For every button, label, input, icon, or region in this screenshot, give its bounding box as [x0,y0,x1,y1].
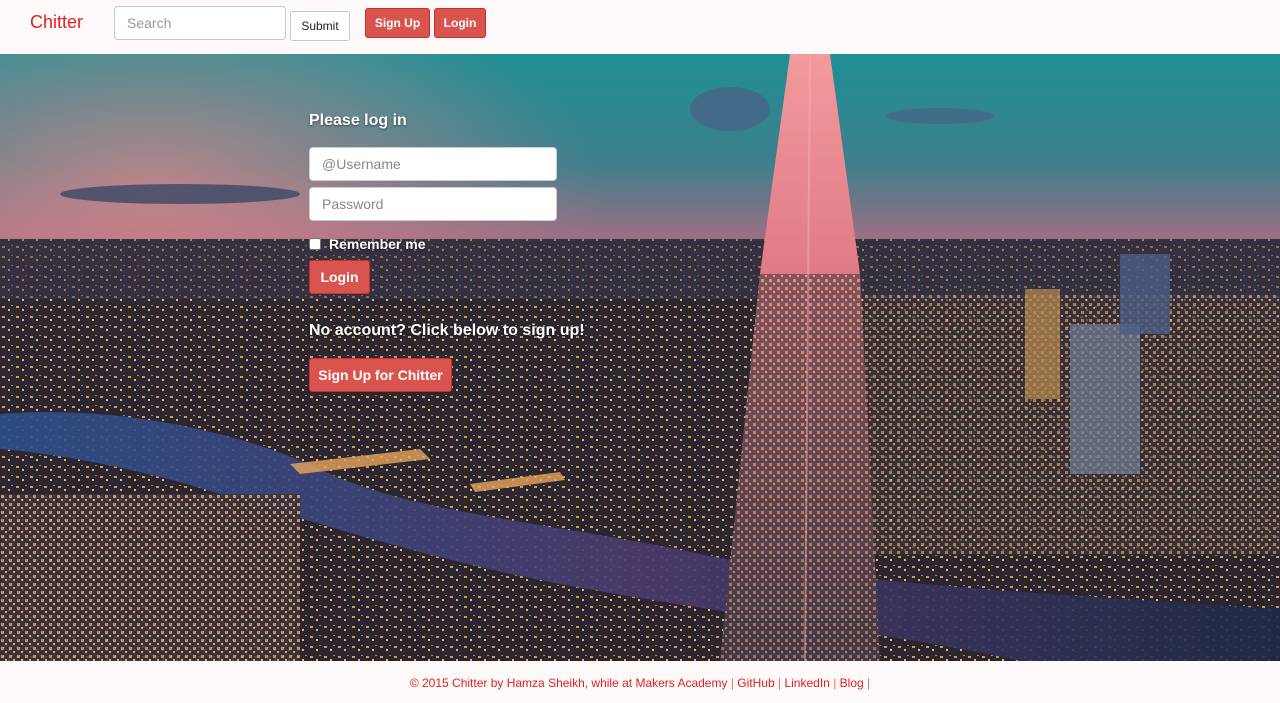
footer-separator: | [778,676,782,690]
signup-for-chitter-button[interactable]: Sign Up for Chitter [309,358,452,392]
remember-me-checkbox[interactable] [309,238,321,250]
nav-signup-button[interactable]: Sign Up [365,8,430,38]
navbar: Chitter Submit Sign Up Login [0,0,1280,54]
search-submit-button[interactable]: Submit [290,11,350,41]
no-account-text: No account? Click below to sign up! [309,322,585,339]
footer: © 2015 Chitter by Hamza Sheikh, while at… [0,661,1280,703]
footer-separator: | [833,676,837,690]
login-form: Please log in Remember me Login No accou… [309,54,629,414]
login-button[interactable]: Login [309,260,370,294]
footer-separator: | [730,676,734,690]
hero-background [0,54,1280,661]
username-input[interactable] [309,147,557,181]
footer-link-blog[interactable]: Blog [840,676,864,690]
search-input[interactable] [114,6,286,40]
city-skyline-image [0,54,1280,661]
footer-link-linkedin[interactable]: LinkedIn [784,676,829,690]
remember-me[interactable]: Remember me [309,236,426,252]
footer-link-github[interactable]: GitHub [737,676,774,690]
brand-link[interactable]: Chitter [30,12,83,33]
remember-me-label: Remember me [329,236,426,252]
password-input[interactable] [309,187,557,221]
footer-separator: | [867,676,871,690]
footer-credit: © 2015 Chitter by Hamza Sheikh, while at… [409,676,728,690]
login-title: Please log in [309,112,407,129]
nav-login-button[interactable]: Login [434,8,486,38]
